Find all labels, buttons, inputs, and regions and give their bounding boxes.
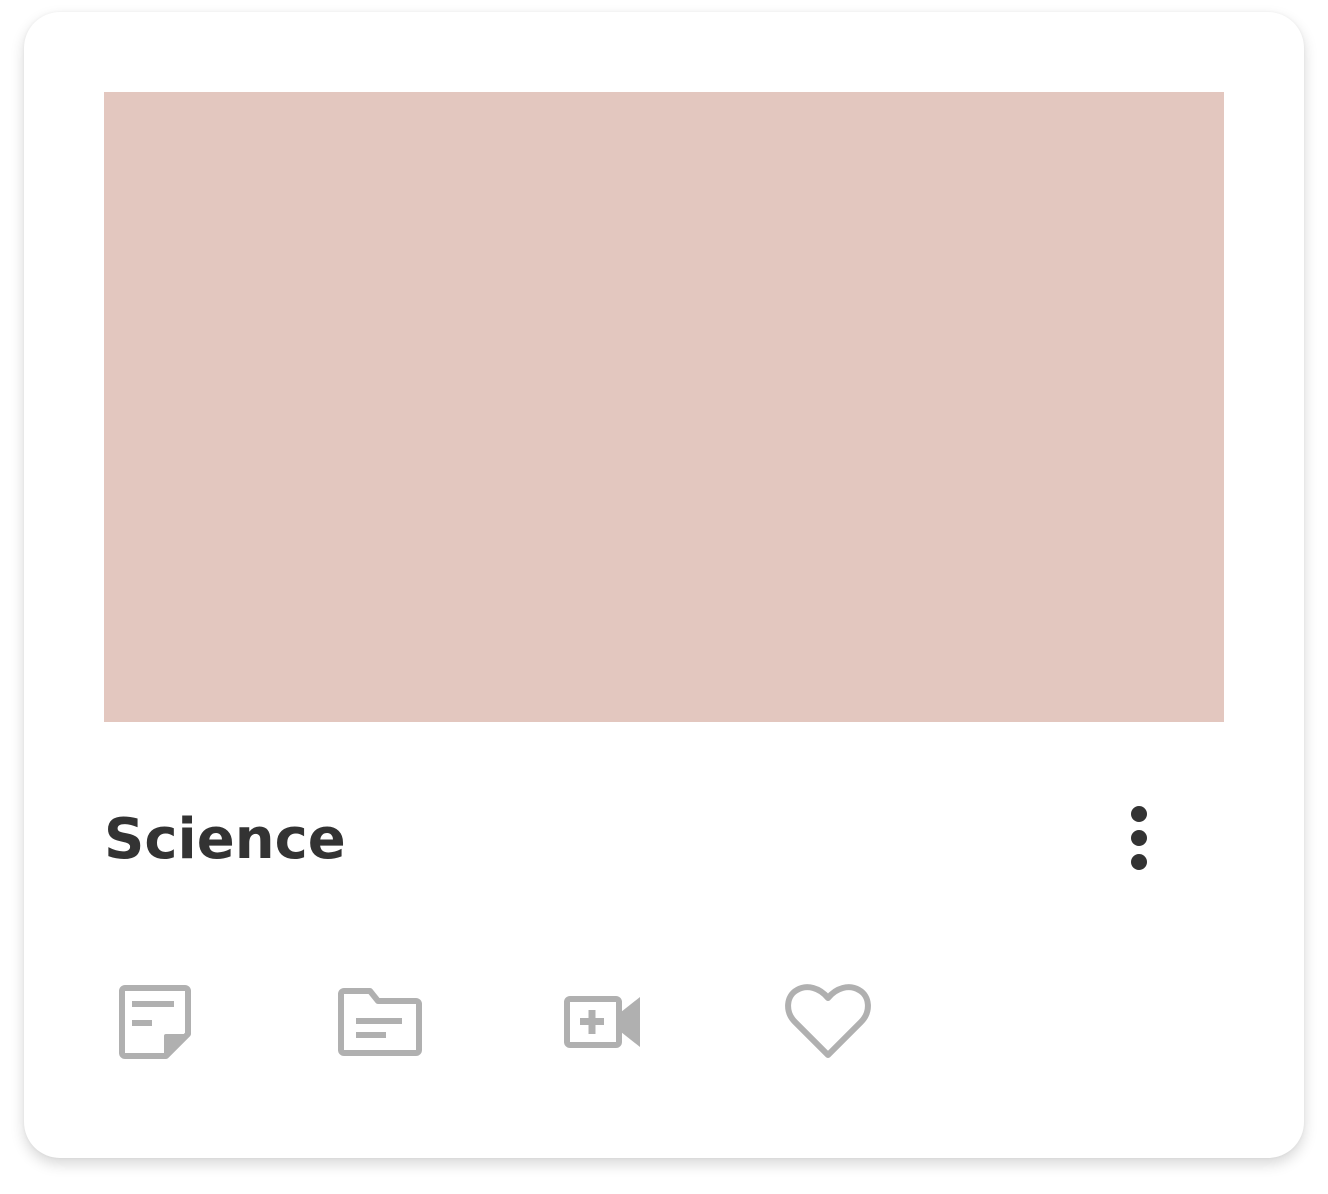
cover-image[interactable] — [104, 92, 1224, 722]
notes-button[interactable] — [106, 972, 206, 1072]
favorite-button[interactable] — [778, 972, 878, 1072]
more-dot — [1131, 830, 1147, 846]
card-title[interactable]: Science — [104, 808, 346, 872]
files-button[interactable] — [330, 972, 430, 1072]
notes-icon — [119, 985, 191, 1059]
folder-icon — [338, 988, 422, 1056]
heart-icon — [785, 984, 871, 1058]
more-options-button[interactable] — [1110, 794, 1168, 882]
video-add-icon — [564, 996, 640, 1048]
more-vertical-icon — [1131, 806, 1147, 822]
more-dot — [1131, 854, 1147, 870]
add-video-button[interactable] — [554, 972, 654, 1072]
course-card[interactable]: Science — [24, 12, 1304, 1158]
